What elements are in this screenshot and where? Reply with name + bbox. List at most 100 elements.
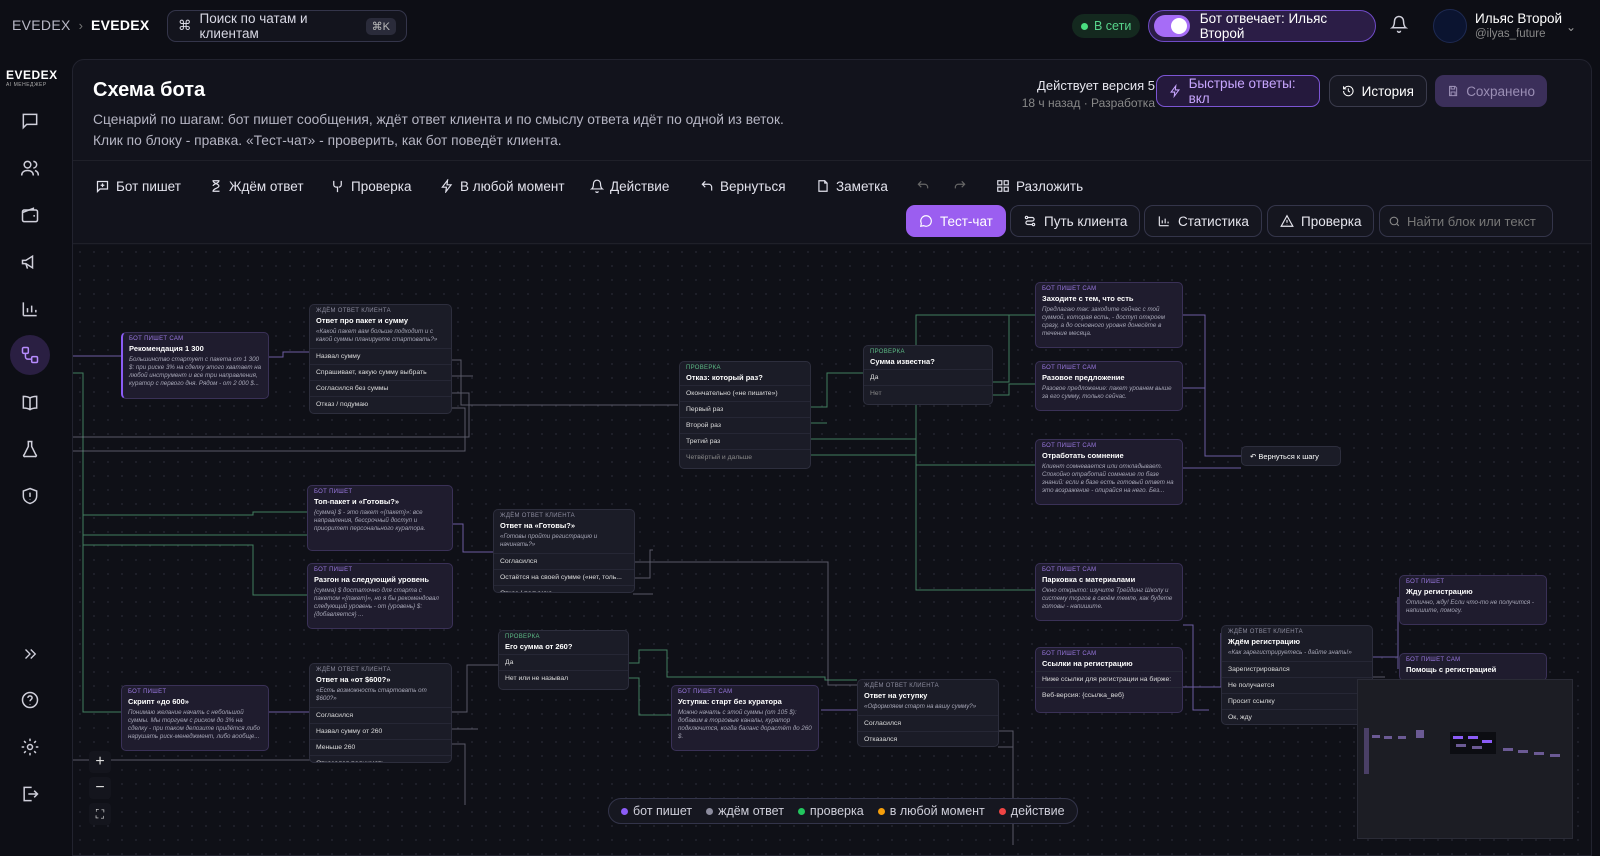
arrange-button[interactable]: Разложить xyxy=(996,175,1083,197)
version-info: Действует версия 5 18 ч назад · Разработ… xyxy=(1022,78,1155,110)
node-top-package[interactable]: Бот пишет Топ-пакет и «Готовы?» {сумма} … xyxy=(307,485,453,551)
bolt-icon xyxy=(1170,84,1180,98)
warning-icon xyxy=(1280,214,1294,227)
undo-arrow-icon xyxy=(701,180,713,191)
wallet-icon[interactable] xyxy=(13,198,47,232)
grid-icon xyxy=(997,180,1009,192)
legend-anytime: в любой момент xyxy=(877,804,985,818)
redo-icon[interactable] xyxy=(953,175,967,197)
status-text: В сети xyxy=(1094,19,1132,33)
bot-reply-toggle[interactable]: Бот отвечает: Ильяс Второй xyxy=(1148,10,1376,42)
node-sum-known[interactable]: Проверка Сумма известна? Да Нет xyxy=(863,345,993,405)
zoom-in-icon[interactable]: + xyxy=(89,751,111,773)
flow-icon[interactable] xyxy=(10,335,50,375)
book-icon[interactable] xyxy=(13,386,47,420)
legend-bot: бот пишет xyxy=(621,804,692,818)
tool-bot-writes[interactable]: Бот пишет xyxy=(95,175,181,197)
node-await-registration[interactable]: Бот пишет Жду регистрацию Отлично, жду! … xyxy=(1399,575,1547,625)
online-dot-icon xyxy=(1081,22,1088,30)
statistics-button[interactable]: Статистика xyxy=(1144,205,1262,237)
node-concession[interactable]: Бот пишет сам Уступка: старт без куратор… xyxy=(671,685,819,751)
undo-icon[interactable] xyxy=(916,175,930,197)
validate-button[interactable]: Проверка xyxy=(1267,205,1375,237)
node-600-answer[interactable]: Ждём ответ клиента Ответ на «от $600?» «… xyxy=(309,663,452,763)
megaphone-icon[interactable] xyxy=(13,245,47,279)
bot-scheme-panel: Схема бота Сценарий по шагам: бот пишет … xyxy=(72,59,1592,856)
node-return-to-step[interactable]: ↶ Вернуться к шагу xyxy=(1241,446,1341,466)
chat-bubble-icon xyxy=(920,215,932,227)
breadcrumb-root[interactable]: EVEDEX xyxy=(12,17,71,33)
version-meta: 18 ч назад · Разработка xyxy=(1021,96,1155,110)
node-handle-doubt[interactable]: Бот пишет сам Отработать сомнение Клиент… xyxy=(1035,439,1183,505)
branch-icon xyxy=(333,180,342,192)
legend-action: действие xyxy=(998,804,1065,818)
note-icon xyxy=(818,180,828,192)
tool-wait-reply[interactable]: Ждём ответ xyxy=(209,175,304,197)
node-recommendation-1300[interactable]: Бот пишет сам Рекомендация 1 300 Большин… xyxy=(121,332,269,399)
global-search[interactable]: ⌘ Поиск по чатам и клиентам ⌘K xyxy=(167,10,407,42)
toggle-switch[interactable] xyxy=(1154,15,1190,37)
node-come-with-what-you-have[interactable]: Бот пишет сам Заходите с тем, что есть П… xyxy=(1035,282,1183,348)
node-sum-260[interactable]: Проверка Его сумма от 260? Да Нет или не… xyxy=(498,630,629,690)
minimap[interactable] xyxy=(1357,679,1573,839)
node-concession-answer[interactable]: Ждём ответ клиента Ответ на уступку «Офо… xyxy=(857,679,999,747)
zoom-out-icon[interactable]: − xyxy=(89,777,111,799)
saved-button[interactable]: Сохранено xyxy=(1435,75,1547,107)
route-icon xyxy=(1024,215,1036,227)
node-parking[interactable]: Бот пишет сам Парковка с материалами Окн… xyxy=(1035,563,1183,621)
sidebar: EVEDEX AI МЕНЕДЖЕР xyxy=(0,60,60,856)
help-icon[interactable] xyxy=(13,683,47,717)
legend: бот пишет ждём ответ проверка в любой мо… xyxy=(608,798,1078,824)
node-refusal-count[interactable]: Проверка Отказ: который раз? Окончательн… xyxy=(679,361,811,469)
page-description: Сценарий по шагам: бот пишет сообщения, … xyxy=(93,112,784,148)
tool-action[interactable]: Действие xyxy=(590,175,669,197)
node-registration-links[interactable]: Бот пишет сам Ссылки на регистрацию Ниже… xyxy=(1035,647,1183,713)
node-ready-answer[interactable]: Ждём ответ клиента Ответ на «Готовы?» «Г… xyxy=(493,509,635,593)
node-package-answer[interactable]: Ждём ответ клиента Ответ про пакет и сум… xyxy=(309,304,452,414)
tool-any-moment[interactable]: В любой момент xyxy=(440,175,565,197)
tool-note[interactable]: Заметка xyxy=(816,175,888,197)
expand-icon[interactable] xyxy=(13,637,47,671)
chat-icon[interactable] xyxy=(13,104,47,138)
chevron-down-icon[interactable]: ⌄ xyxy=(1566,20,1576,34)
user-handle: @ilyas_future xyxy=(1475,28,1546,40)
test-chat-button[interactable]: Тест-чат xyxy=(906,205,1006,237)
node-script-600[interactable]: Бот пишет Скрипт «до 600» Понимаю желани… xyxy=(121,685,269,751)
history-icon xyxy=(1343,85,1354,97)
history-button[interactable]: История xyxy=(1329,75,1427,107)
fit-screen-icon[interactable]: ⛶ xyxy=(89,803,111,825)
scheme-toolbar: Бот пишет Ждём ответ Проверка В любой мо… xyxy=(73,160,1591,244)
node-registration-help[interactable]: Бот пишет сам Помощь с регистрацией xyxy=(1399,653,1547,681)
hourglass-icon xyxy=(212,180,220,192)
user-name: Ильяс Второй xyxy=(1475,11,1563,26)
bell-icon[interactable] xyxy=(1390,15,1408,33)
chart-icon[interactable] xyxy=(13,292,47,326)
tool-check[interactable]: Проверка xyxy=(330,175,411,197)
block-search-input[interactable]: Найти блок или текст xyxy=(1379,205,1553,237)
tool-go-back[interactable]: Вернуться xyxy=(700,175,786,197)
node-next-level[interactable]: Бот пишет Разгон на следующий уровень {с… xyxy=(307,563,453,629)
save-icon xyxy=(1449,85,1458,97)
node-wait-registration[interactable]: Ждём ответ клиента Ждём регистрацию «Как… xyxy=(1221,625,1373,725)
avatar[interactable] xyxy=(1433,9,1467,43)
minimap-preview xyxy=(1364,728,1560,774)
breadcrumb-current: EVEDEX xyxy=(90,17,150,33)
logout-icon[interactable] xyxy=(13,777,47,811)
quick-replies-button[interactable]: Быстрые ответы: вкл xyxy=(1156,75,1320,107)
message-plus-icon xyxy=(96,180,109,193)
bot-toggle-label: Бот отвечает: Ильяс Второй xyxy=(1199,11,1328,41)
status-badge: В сети xyxy=(1072,14,1141,38)
node-one-time-offer[interactable]: Бот пишет сам Разовое предложение Разово… xyxy=(1035,361,1183,411)
users-icon[interactable] xyxy=(13,151,47,185)
shield-icon[interactable] xyxy=(13,479,47,513)
chevron-right-icon: › xyxy=(78,17,83,33)
version-label: Действует версия 5 xyxy=(1037,78,1155,93)
client-path-button[interactable]: Путь клиента xyxy=(1010,205,1141,237)
flask-icon[interactable] xyxy=(13,432,47,466)
user-info[interactable]: Ильяс Второй @ilyas_future xyxy=(1475,11,1562,40)
bar-chart-icon xyxy=(1158,216,1169,227)
logo: EVEDEX AI МЕНЕДЖЕР xyxy=(6,68,58,88)
flow-canvas[interactable]: Бот пишет сам Рекомендация 1 300 Большин… xyxy=(73,245,1591,855)
gear-icon[interactable] xyxy=(13,730,47,764)
bell-icon xyxy=(590,179,604,193)
